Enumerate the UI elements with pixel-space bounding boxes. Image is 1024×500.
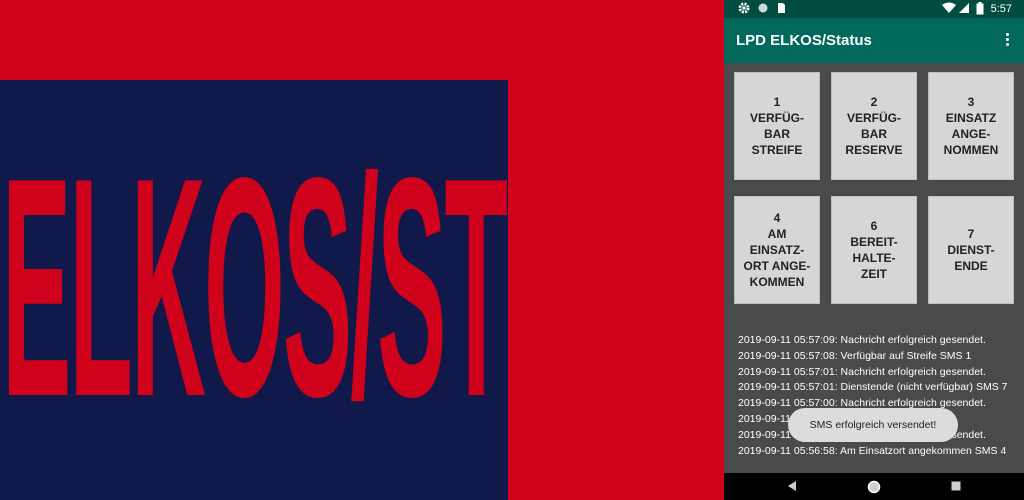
- status-3-button[interactable]: 3 EINSATZ ANGE- NOMMEN: [928, 72, 1014, 180]
- gear-icon: [738, 2, 750, 14]
- elkos-banner: ELKOS/ST: [0, 80, 508, 500]
- status-1-button[interactable]: 1 VERFÜG- BAR STREIFE: [734, 72, 820, 180]
- log-entry: 2019-09-11 05:56:58: Am Einsatzort angek…: [738, 444, 1007, 457]
- status-7-button[interactable]: 7 DIENST- ENDE: [928, 196, 1014, 304]
- wifi-icon: [942, 2, 956, 13]
- log-entry: 2019-09-11 05:57:09: Nachricht erfolgrei…: [738, 334, 986, 346]
- app-bar: LPD ELKOS/Status: [724, 18, 1024, 63]
- log-entry: 2019-09-11 05:57:01: Nachricht erfolgrei…: [738, 365, 986, 378]
- status-2-button[interactable]: 2 VERFÜG- BAR RESERVE: [831, 72, 917, 180]
- sd-card-icon: [778, 3, 785, 13]
- status-6-button[interactable]: 6 BEREIT- HALTE- ZEIT: [831, 196, 917, 304]
- toast-message: SMS erfolgreich versendet!: [788, 408, 958, 442]
- phone-screen: 5:57 LPD ELKOS/Status 1 VERFÜG- BAR STRE…: [724, 0, 1024, 500]
- status-bar: 5:57: [724, 0, 1024, 18]
- status-4-button[interactable]: 4 AM EINSATZ- ORT ANGE- KOMMEN: [734, 196, 820, 304]
- recents-icon[interactable]: [950, 480, 962, 492]
- home-icon[interactable]: [867, 480, 881, 494]
- log-entry: 2019-09-11 05:57:08: Verfügbar auf Strei…: [738, 349, 972, 362]
- signal-icon: [959, 3, 969, 13]
- overflow-menu-icon[interactable]: [1000, 31, 1014, 49]
- navigation-bar: [724, 473, 1024, 500]
- back-icon[interactable]: [786, 480, 798, 492]
- promo-background: ELKOS/ST: [0, 0, 724, 500]
- app-title: LPD ELKOS/Status: [736, 32, 872, 49]
- log-entry: 2019-09-11 05:57:01: Dienstende (nicht v…: [738, 381, 1008, 394]
- banner-text: ELKOS/ST: [1, 116, 508, 464]
- battery-icon: [976, 2, 984, 15]
- circle-icon: [758, 3, 768, 13]
- clock: 5:57: [990, 3, 1012, 15]
